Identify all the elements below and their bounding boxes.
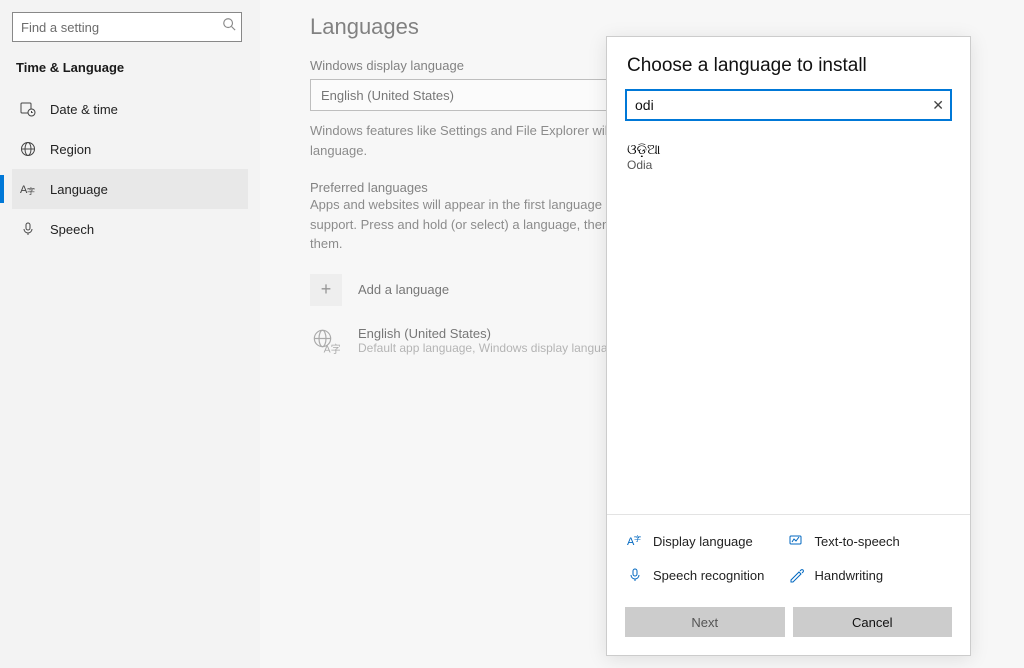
clear-search-icon[interactable]: ✕ xyxy=(932,97,944,114)
language-search-input[interactable] xyxy=(625,89,952,121)
sidebar-item-speech[interactable]: Speech xyxy=(12,209,248,249)
language-globe-icon: A字 xyxy=(310,326,342,358)
cancel-button[interactable]: Cancel xyxy=(793,607,953,637)
install-language-dialog: Choose a language to install ✕ ଓଡ଼ିଆ Odi… xyxy=(606,36,971,656)
feature-label: Display language xyxy=(653,534,753,549)
dialog-title: Choose a language to install xyxy=(607,37,970,89)
dialog-search: ✕ xyxy=(625,89,952,121)
tts-icon xyxy=(789,533,805,549)
language-entry-texts: English (United States) Default app lang… xyxy=(358,326,621,355)
search-box xyxy=(12,12,242,42)
dialog-actions: Next Cancel xyxy=(607,597,970,655)
sidebar-item-label: Date & time xyxy=(50,102,118,117)
display-language-icon: A字 xyxy=(627,533,643,549)
language-icon: A字 xyxy=(20,181,36,197)
search-icon xyxy=(222,17,236,31)
feature-label: Speech recognition xyxy=(653,568,764,583)
sidebar-item-label: Region xyxy=(50,142,91,157)
language-result-item[interactable]: ଓଡ଼ିଆ Odia xyxy=(625,135,952,178)
language-result-english: Odia xyxy=(627,158,950,172)
sidebar-item-label: Speech xyxy=(50,222,94,237)
dialog-features: A字 Display language Text-to-speech Speec… xyxy=(607,515,970,597)
feature-handwriting: Handwriting xyxy=(789,561,951,589)
search-input[interactable] xyxy=(12,12,242,42)
feature-label: Handwriting xyxy=(815,568,884,583)
sidebar-item-label: Language xyxy=(50,182,108,197)
microphone-icon xyxy=(20,221,36,237)
language-result-native: ଓଡ଼ିଆ xyxy=(627,141,950,158)
svg-text:字: 字 xyxy=(634,534,641,543)
language-entry-subtitle: Default app language, Windows display la… xyxy=(358,341,621,355)
sidebar-item-date-time[interactable]: Date & time xyxy=(12,89,248,129)
nav-section-title: Time & Language xyxy=(12,60,248,75)
language-results-list: ଓଡ଼ିଆ Odia xyxy=(607,131,970,514)
svg-text:A字: A字 xyxy=(324,342,340,355)
svg-text:字: 字 xyxy=(27,186,35,196)
settings-sidebar: Time & Language Date & time Region A字 La… xyxy=(0,0,260,668)
globe-icon xyxy=(20,141,36,157)
plus-icon: + xyxy=(310,274,342,306)
display-language-value: English (United States) xyxy=(321,88,454,103)
feature-text-to-speech: Text-to-speech xyxy=(789,527,951,555)
sidebar-item-region[interactable]: Region xyxy=(12,129,248,169)
feature-speech-recognition: Speech recognition xyxy=(627,561,789,589)
feature-display-language: A字 Display language xyxy=(627,527,789,555)
clock-calendar-icon xyxy=(20,101,36,117)
mic-icon xyxy=(627,567,643,583)
next-button[interactable]: Next xyxy=(625,607,785,637)
sidebar-item-language[interactable]: A字 Language xyxy=(12,169,248,209)
feature-label: Text-to-speech xyxy=(815,534,900,549)
language-entry-name: English (United States) xyxy=(358,326,621,341)
handwriting-icon xyxy=(789,567,805,583)
add-language-label: Add a language xyxy=(358,282,449,297)
